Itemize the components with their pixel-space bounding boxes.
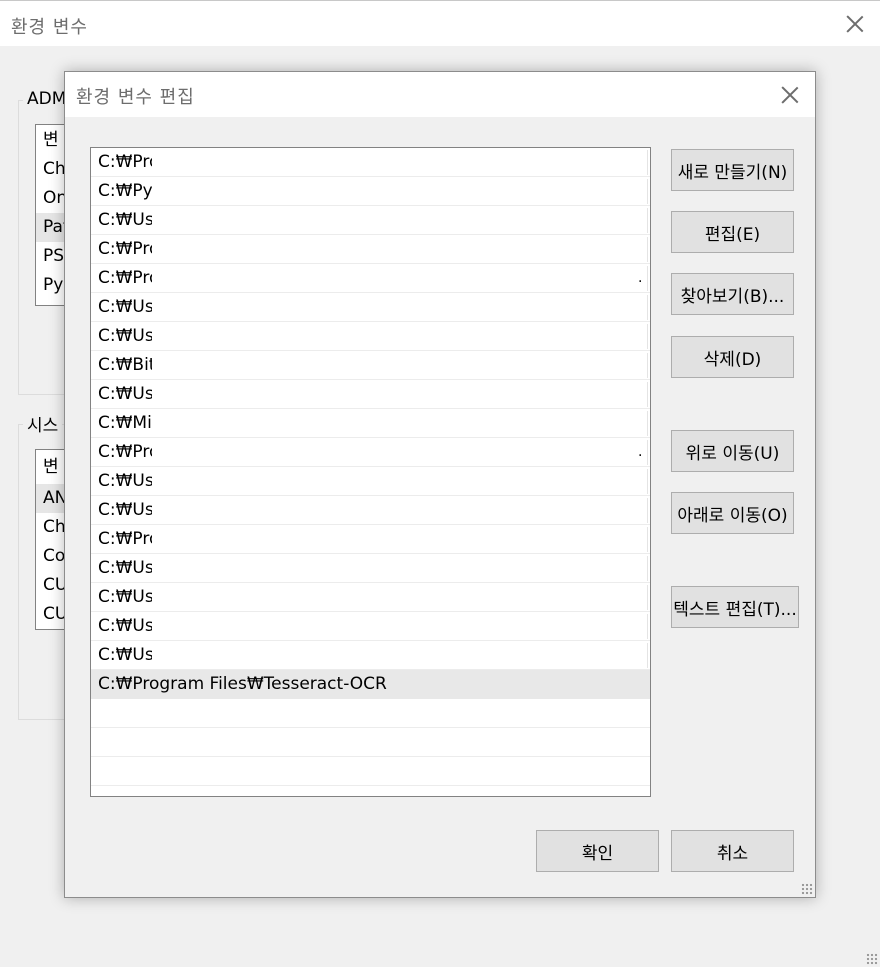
empty-list-row[interactable] (91, 728, 650, 757)
list-item[interactable]: C:₩Use (91, 322, 650, 351)
move-up-button[interactable]: 위로 이동(U) (671, 430, 794, 472)
list-item[interactable]: C:₩Use (91, 380, 650, 409)
list-item[interactable]: C:₩Use (91, 583, 650, 612)
dialog-resize-grip-icon[interactable] (801, 883, 813, 895)
env-window-title: 환경 변수 (11, 17, 88, 38)
edit-button[interactable]: 편집(E) (671, 211, 794, 253)
list-item[interactable]: C:₩Pro. (91, 264, 650, 293)
list-item[interactable]: C:₩Bitı (91, 351, 650, 380)
list-item[interactable]: C:₩Use (91, 554, 650, 583)
cancel-button[interactable]: 취소 (671, 830, 794, 872)
dialog-titlebar: 환경 변수 편집 (65, 72, 815, 117)
move-down-button[interactable]: 아래로 이동(O) (671, 492, 794, 534)
system-variables-group-label: 시스 (23, 411, 63, 436)
ok-button[interactable]: 확인 (536, 830, 659, 872)
list-item[interactable]: C:₩Pro (91, 235, 650, 264)
list-item[interactable]: C:₩Use (91, 293, 650, 322)
list-item[interactable]: C:₩Use (91, 612, 650, 641)
edit-text-button[interactable]: 텍스트 편집(T)... (671, 586, 799, 628)
new-button[interactable]: 새로 만들기(N) (671, 149, 794, 191)
dialog-close-icon[interactable] (773, 78, 807, 112)
path-entries-list[interactable]: C:₩Pro C:₩Pyt C:₩Use C:₩Pro C:₩Pro. C:₩U… (90, 147, 651, 797)
list-item[interactable]: C:₩Pyt (91, 177, 650, 206)
list-item[interactable]: C:₩Use (91, 496, 650, 525)
env-window-resize-grip-icon[interactable] (866, 953, 878, 965)
browse-button[interactable]: 찾아보기(B)... (671, 273, 794, 315)
delete-button[interactable]: 삭제(D) (671, 336, 794, 378)
empty-list-row[interactable] (91, 757, 650, 786)
list-item[interactable]: C:₩Pro. (91, 438, 650, 467)
list-item[interactable]: C:₩Use (91, 467, 650, 496)
list-item[interactable]: C:₩Pro (91, 525, 650, 554)
list-item[interactable]: C:₩Use (91, 641, 650, 670)
env-window-titlebar: 환경 변수 (0, 0, 880, 46)
selected-path-entry[interactable]: C:₩Program Files₩Tesseract-OCR (91, 670, 650, 699)
empty-list-row[interactable] (91, 699, 650, 728)
list-item[interactable]: C:₩Pro (91, 148, 650, 177)
env-window-close-icon[interactable] (838, 7, 872, 41)
dialog-title: 환경 변수 편집 (76, 87, 195, 108)
list-item[interactable]: C:₩Mir (91, 409, 650, 438)
list-item[interactable]: C:₩Use (91, 206, 650, 235)
edit-env-variable-dialog: 환경 변수 편집 C:₩Pro C:₩Pyt C:₩Use C:₩Pro C:₩… (64, 71, 816, 898)
